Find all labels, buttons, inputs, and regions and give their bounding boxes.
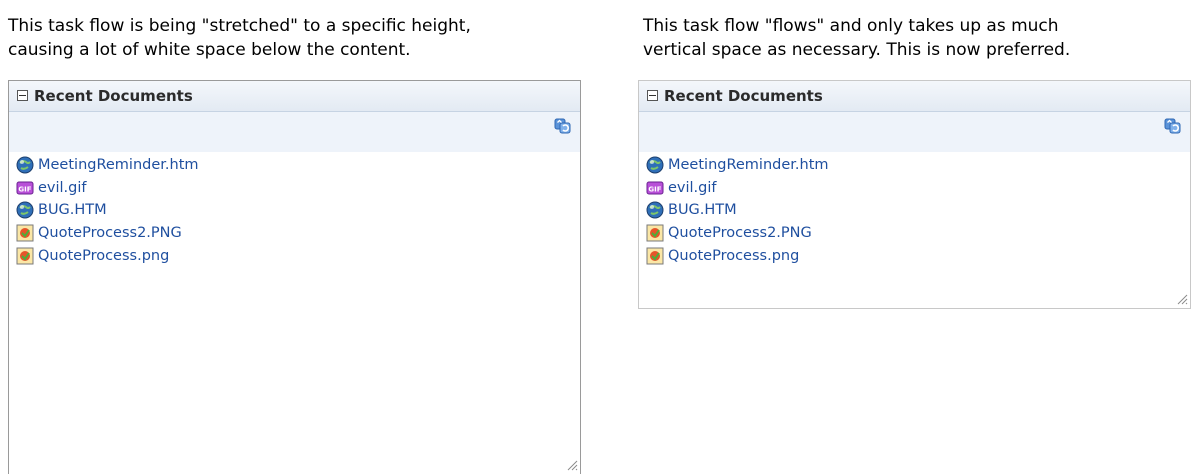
list-item[interactable]: GIF evil.gif <box>646 177 829 200</box>
gif-icon: GIF <box>646 179 664 197</box>
right-caption-line-1: This task flow "flows" and only takes up… <box>643 16 1059 36</box>
document-link[interactable]: evil.gif <box>668 180 717 196</box>
list-item[interactable]: QuoteProcess.png <box>646 244 829 267</box>
resize-grip-icon[interactable] <box>566 459 578 471</box>
document-link[interactable]: MeetingReminder.htm <box>38 157 199 173</box>
globe-icon <box>646 201 664 219</box>
collapse-icon[interactable] <box>17 90 28 101</box>
list-item[interactable]: MeetingReminder.htm <box>646 154 829 177</box>
document-link[interactable]: BUG.HTM <box>38 202 107 218</box>
list-item[interactable]: MeetingReminder.htm <box>16 154 199 177</box>
list-item[interactable]: QuoteProcess2.PNG <box>646 222 829 245</box>
image-icon <box>646 224 664 242</box>
list-item[interactable]: BUG.HTM <box>16 199 199 222</box>
globe-icon <box>16 201 34 219</box>
panel-header: Recent Documents <box>639 81 1190 112</box>
image-icon <box>16 224 34 242</box>
document-link[interactable]: MeetingReminder.htm <box>668 157 829 173</box>
globe-icon <box>646 156 664 174</box>
document-list: MeetingReminder.htm GIF evil.gif BUG.HTM Quo… <box>16 154 199 267</box>
recent-documents-panel-stretched: Recent Documents MeetingReminder.htm GIF e… <box>8 80 581 474</box>
resize-grip-icon[interactable] <box>1176 293 1188 305</box>
document-list: MeetingReminder.htm GIF evil.gif BUG.HTM Quo… <box>646 154 829 267</box>
list-item[interactable]: BUG.HTM <box>646 199 829 222</box>
document-link[interactable]: QuoteProcess2.PNG <box>38 225 182 241</box>
document-link[interactable]: QuoteProcess2.PNG <box>668 225 812 241</box>
globe-icon <box>16 156 34 174</box>
list-item[interactable]: QuoteProcess.png <box>16 244 199 267</box>
refresh-icon[interactable] <box>554 117 572 135</box>
panel-toolbar <box>639 112 1190 152</box>
document-link[interactable]: QuoteProcess.png <box>38 248 169 264</box>
left-caption: This task flow is being "stretched" to a… <box>8 14 471 62</box>
right-caption: This task flow "flows" and only takes up… <box>643 14 1070 62</box>
collapse-icon[interactable] <box>647 90 658 101</box>
panel-title: Recent Documents <box>664 87 823 105</box>
recent-documents-panel-flowing: Recent Documents MeetingReminder.htm GIF e… <box>638 80 1191 309</box>
document-link[interactable]: QuoteProcess.png <box>668 248 799 264</box>
refresh-icon[interactable] <box>1164 117 1182 135</box>
list-item[interactable]: GIF evil.gif <box>16 177 199 200</box>
image-icon <box>16 247 34 265</box>
right-caption-line-2: vertical space as necessary. This is now… <box>643 40 1071 60</box>
document-link[interactable]: BUG.HTM <box>668 202 737 218</box>
left-caption-line-1: This task flow is being "stretched" to a… <box>8 16 471 36</box>
image-icon <box>646 247 664 265</box>
gif-icon: GIF <box>16 179 34 197</box>
svg-text:GIF: GIF <box>18 185 31 193</box>
panel-title: Recent Documents <box>34 87 193 105</box>
left-caption-line-2: causing a lot of white space below the c… <box>8 40 411 60</box>
panel-header: Recent Documents <box>9 81 580 112</box>
panel-toolbar <box>9 112 580 152</box>
list-item[interactable]: QuoteProcess2.PNG <box>16 222 199 245</box>
document-link[interactable]: evil.gif <box>38 180 87 196</box>
svg-text:GIF: GIF <box>648 185 661 193</box>
